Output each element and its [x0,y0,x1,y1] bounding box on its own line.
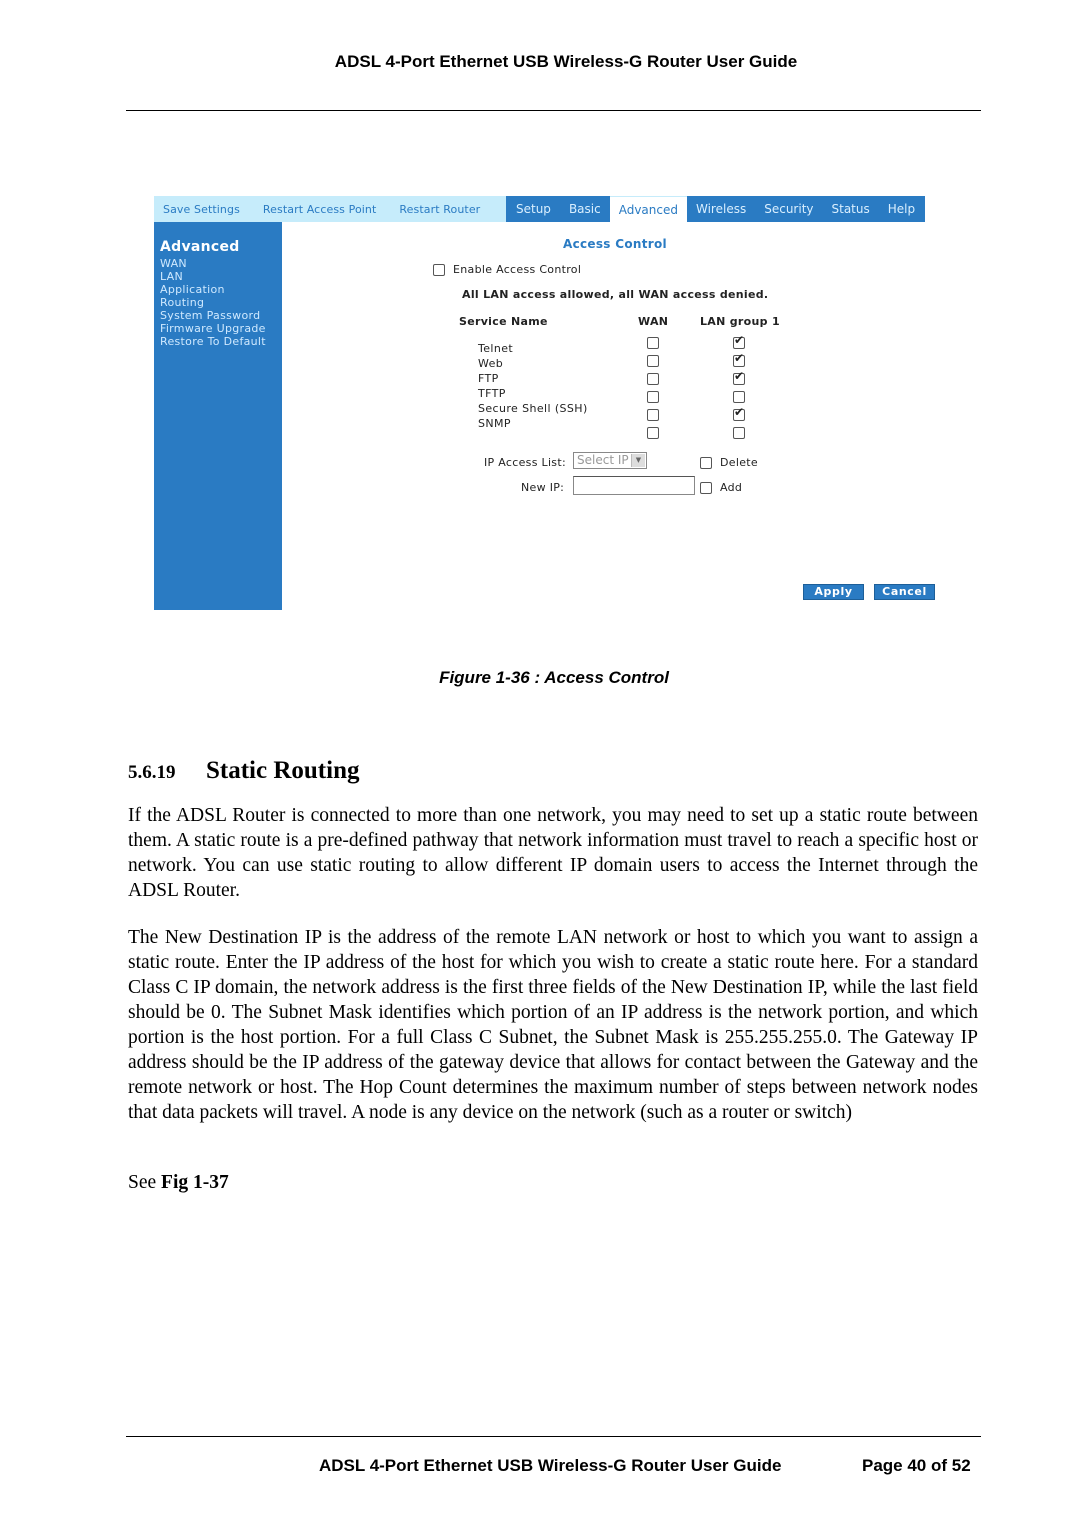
tab-basic[interactable]: Basic [559,196,610,222]
wan-checkbox[interactable] [647,409,659,421]
sidebar-item-restore-default[interactable]: Restore To Default [160,335,266,348]
add-label: Add [720,481,743,494]
tab-security[interactable]: Security [755,196,823,222]
lan-group-checkbox[interactable] [733,405,745,421]
tab-help[interactable]: Help [878,196,926,222]
section-number: 5.6.19 [128,762,176,783]
sidebar: Advanced WAN LAN Application Routing Sys… [154,222,282,610]
sidebar-title: Advanced [160,239,240,255]
ip-access-list-selected: Select IP [577,453,629,467]
access-control-panel: Access Control Enable Access Control All… [282,222,938,610]
ip-access-list-select[interactable]: Select IP ▼ [573,452,647,469]
delete-label: Delete [720,456,758,469]
lan-group-checkbox[interactable] [733,427,745,439]
add-row: Add [700,481,742,494]
see-figure-link: Fig 1-37 [161,1172,229,1193]
sidebar-item-system-password[interactable]: System Password [160,309,266,322]
sidebar-item-routing[interactable]: Routing [160,296,266,309]
tab-setup[interactable]: Setup [506,196,560,222]
tab-status[interactable]: Status [822,196,879,222]
enable-access-control-checkbox[interactable] [433,263,445,276]
tab-wireless[interactable]: Wireless [687,196,756,222]
running-header: ADSL 4-Port Ethernet USB Wireless-G Rout… [0,52,1080,72]
enable-access-control-label: Enable Access Control [453,263,582,276]
sidebar-item-application[interactable]: Application [160,283,266,296]
restart-router-link[interactable]: Restart Router [390,203,480,216]
service-name: TFTP [478,387,506,400]
service-name: Telnet [478,342,514,355]
lan-group-checkbox[interactable] [733,391,745,403]
figure-caption: Figure 1-36 : Access Control [439,668,669,687]
wan-checkbox[interactable] [647,373,659,385]
footer-title: ADSL 4-Port Ethernet USB Wireless-G Rout… [319,1456,782,1475]
cancel-button[interactable]: Cancel [874,584,935,600]
wan-checkbox[interactable] [647,337,659,349]
add-checkbox[interactable] [700,481,712,494]
service-name: SNMP [478,417,511,430]
figure-reference: See Fig 1-37 [128,1172,229,1194]
service-name: FTP [478,372,499,385]
see-prefix: See [128,1172,162,1193]
main-tabs: Setup Basic Advanced Wireless Security S… [506,196,926,222]
panel-title: Access Control [563,237,667,251]
lan-group-checkbox[interactable] [733,351,745,367]
save-settings-link[interactable]: Save Settings [154,203,240,216]
wan-checkbox[interactable] [647,391,659,403]
delete-row: Delete [700,456,758,469]
new-ip-label: New IP: [521,481,565,494]
wan-checkbox[interactable] [647,355,659,367]
lan-group-checkbox[interactable] [733,369,745,385]
service-name: Secure Shell (SSH) [478,402,588,415]
access-notice: All LAN access allowed, all WAN access d… [462,288,769,301]
service-name: Web [478,357,504,370]
top-navigation: Save Settings Restart Access Point Resta… [154,196,938,222]
paragraph-details: The New Destination IP is the address of… [128,927,978,1123]
apply-button[interactable]: Apply [803,584,864,600]
wan-checkbox[interactable] [647,427,659,439]
header-rule [126,110,981,111]
router-ui-screenshot: Save Settings Restart Access Point Resta… [154,196,938,610]
enable-access-control-row: Enable Access Control [433,263,581,276]
lan-group-checkbox[interactable] [733,333,745,349]
delete-checkbox[interactable] [700,456,712,469]
footer-rule [126,1436,981,1437]
dropdown-arrow-icon[interactable]: ▼ [631,454,645,467]
utility-bar: Save Settings Restart Access Point Resta… [154,196,506,222]
new-ip-input[interactable] [573,476,695,495]
sidebar-item-lan[interactable]: LAN [160,270,266,283]
sidebar-item-wan[interactable]: WAN [160,257,266,270]
wan-header: WAN [638,315,669,328]
sidebar-item-firmware-upgrade[interactable]: Firmware Upgrade [160,322,266,335]
page-number: Page 40 of 52 [862,1456,971,1475]
sidebar-menu: WAN LAN Application Routing System Passw… [160,257,266,348]
paragraph-intro: If the ADSL Router is connected to more … [128,805,978,901]
lan-group-header: LAN group 1 [700,315,780,328]
running-header-text: ADSL 4-Port Ethernet USB Wireless-G Rout… [334,52,798,71]
restart-access-point-link[interactable]: Restart Access Point [254,203,377,216]
ip-access-list-label: IP Access List: [484,456,566,469]
section-title: Static Routing [206,757,360,784]
tab-advanced[interactable]: Advanced [609,196,687,222]
service-name-header: Service Name [459,315,548,328]
